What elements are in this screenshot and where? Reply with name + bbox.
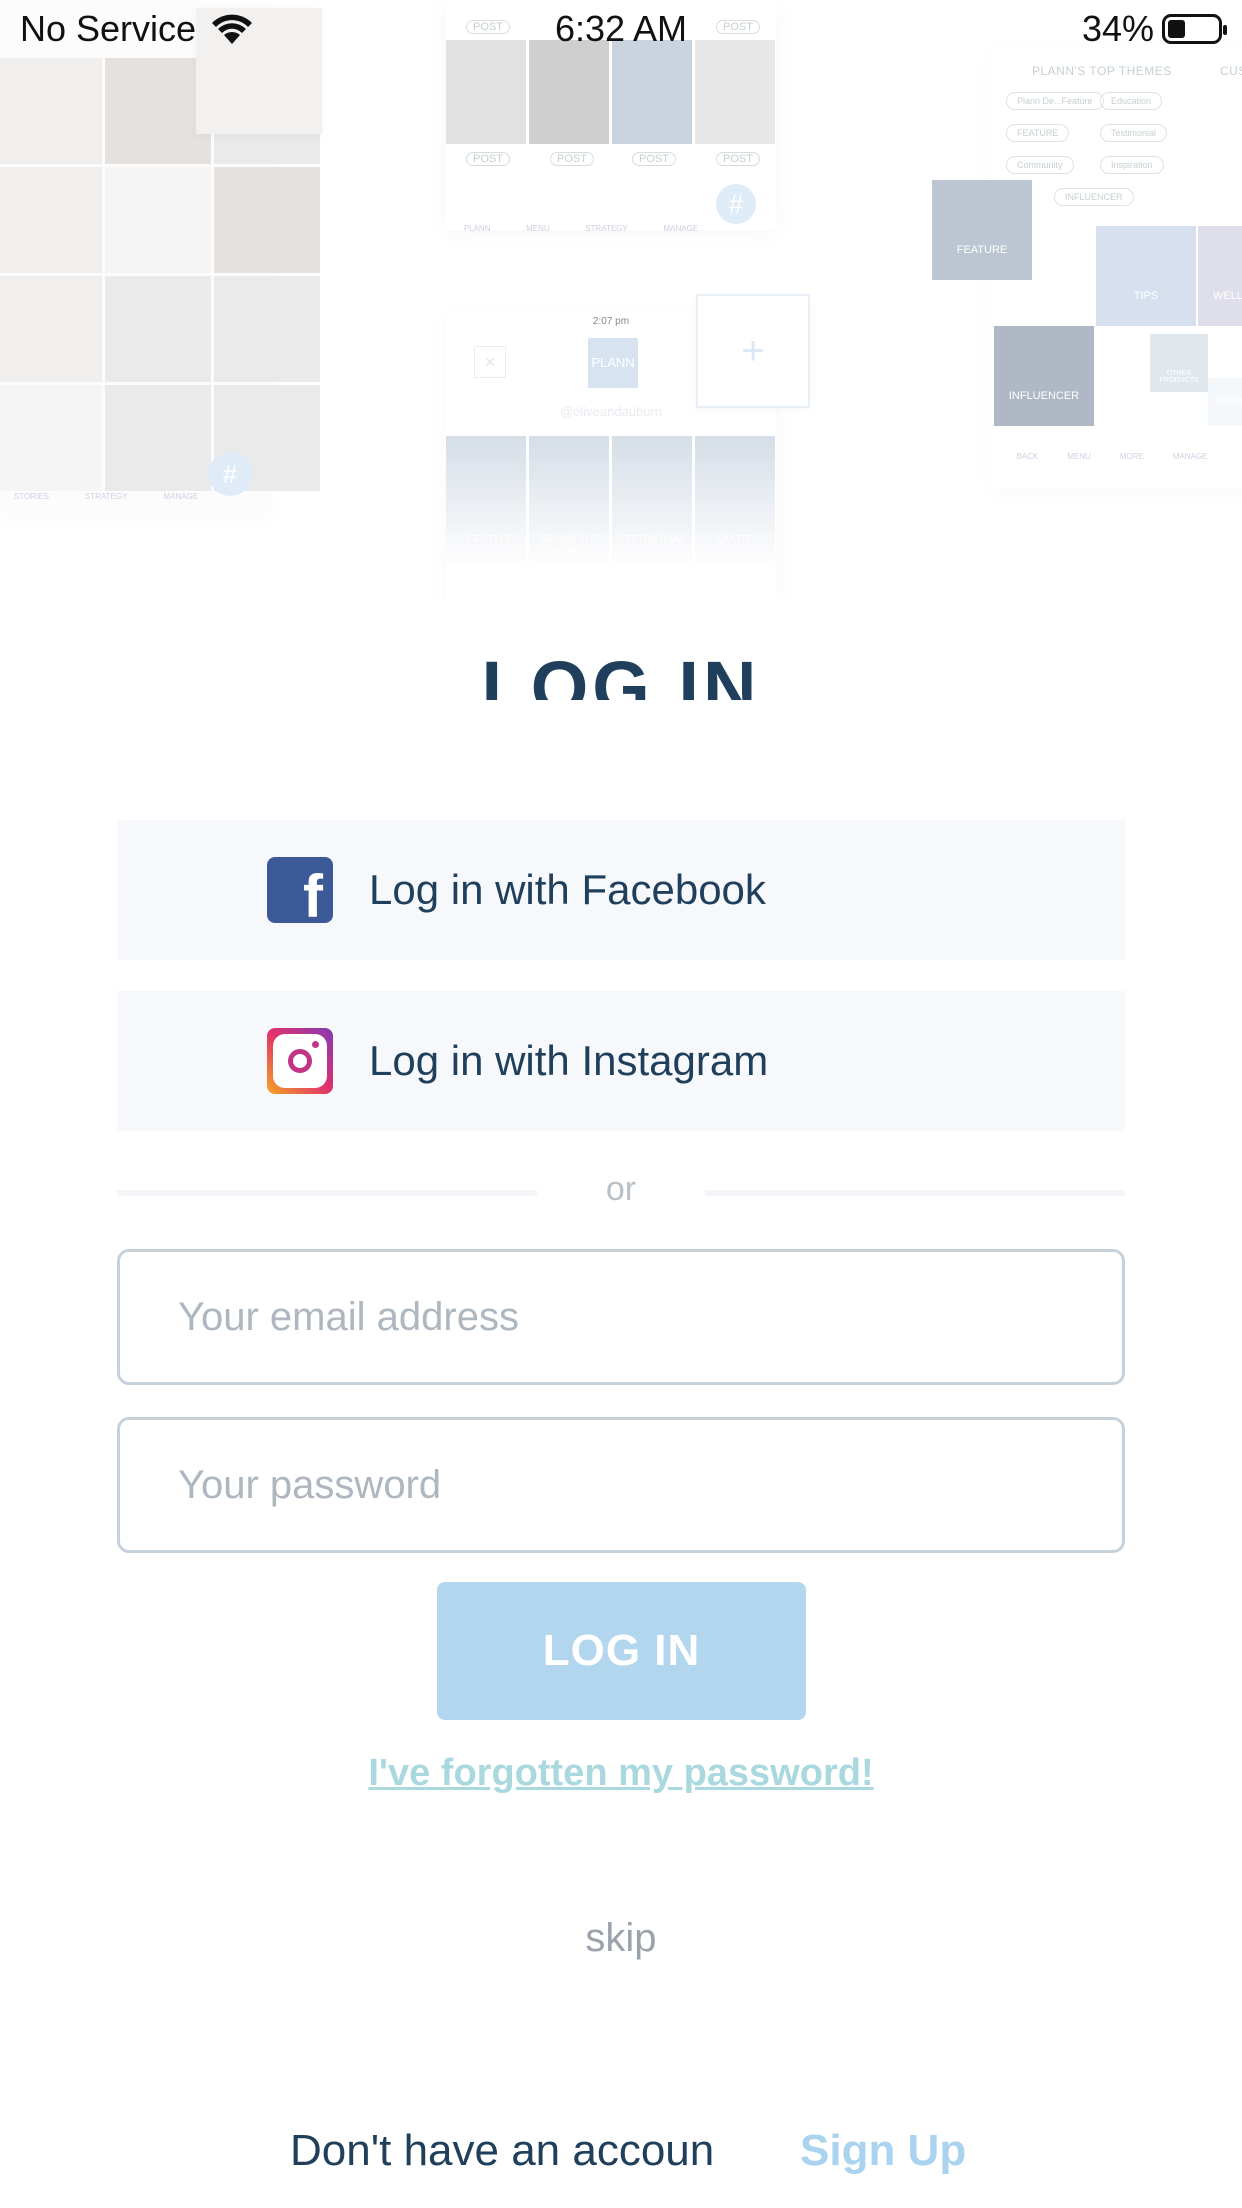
instagram-login-label: Log in with Instagram xyxy=(369,1037,769,1084)
nav-strategy: STRATEGY xyxy=(84,492,128,501)
forgot-password-link[interactable]: I've forgotten my password! xyxy=(0,1752,1242,1795)
theme-pill: Testimonial xyxy=(1100,124,1168,142)
facebook-login-label: Log in with Facebook xyxy=(369,866,766,913)
theme-tile: INFLUENCER xyxy=(994,326,1094,426)
theme-pill: Inspiration xyxy=(1100,156,1164,174)
facebook-login-button[interactable]: f Log in with Facebook xyxy=(117,820,1125,960)
theme-tile: OTHER PRODUCTS xyxy=(1150,334,1208,392)
password-field[interactable] xyxy=(117,1417,1125,1553)
nav-menu: MENU xyxy=(526,224,550,233)
post-pill: POST xyxy=(632,152,676,166)
hashtag-icon: # xyxy=(716,184,756,224)
battery-percent: 34% xyxy=(1081,8,1154,49)
instagram-icon xyxy=(267,1028,333,1094)
battery-icon xyxy=(1162,14,1227,44)
mid-nav: PLANN MENU STRATEGY MANAGE xyxy=(446,224,716,233)
theme-pill: Plann De...Feature xyxy=(1006,92,1104,110)
nav-stories: STORIES xyxy=(13,492,49,501)
login-button[interactable]: LOG IN xyxy=(437,1582,806,1720)
email-field[interactable] xyxy=(117,1249,1125,1385)
nav-strategy: STRATEGY xyxy=(585,224,628,233)
post-pill: POST xyxy=(466,152,510,166)
theme-tile: WELL xyxy=(1198,226,1242,326)
theme-pill: INFLUENCER xyxy=(1054,188,1134,206)
left-nav: STORIES STRATEGY MANAGE xyxy=(0,492,216,501)
status-time: 6:32 AM xyxy=(554,8,688,49)
nav-menu: MENU xyxy=(1067,452,1091,461)
hashtag-icon: # xyxy=(208,452,252,496)
right-nav: BACK MENU MORE MANAGE xyxy=(1002,452,1222,461)
theme-tile: FEATURE xyxy=(932,180,1032,280)
post-pill: POST xyxy=(716,152,760,166)
theme-tile: BEHIND THE SCENES xyxy=(529,436,609,566)
signup-prompt: Don't have an accoun Sign Up xyxy=(0,2126,1242,2176)
status-bar: No Service 6:32 AM 34% xyxy=(0,0,1242,60)
nav-manage: MANAGE xyxy=(163,492,199,501)
nav-back: BACK xyxy=(1016,452,1039,461)
theme-pill: FEATURE xyxy=(1006,124,1070,142)
signup-link[interactable]: Sign Up xyxy=(800,2126,966,2176)
skip-link[interactable]: skip xyxy=(0,1916,1242,1961)
or-divider: or xyxy=(117,1170,1125,1208)
nav-manage: MANAGE xyxy=(663,224,699,233)
divider-line xyxy=(705,1190,1125,1196)
nav-more: MORE xyxy=(1119,452,1144,461)
theme-pill: Community xyxy=(1006,156,1074,174)
instagram-login-button[interactable]: Log in with Instagram xyxy=(117,991,1125,1131)
add-icon: + xyxy=(696,294,810,408)
no-account-text: Don't have an accoun xyxy=(290,2126,715,2175)
plann-logo: PLANN xyxy=(588,338,638,388)
facebook-icon: f xyxy=(267,857,333,927)
post-pill: POST xyxy=(550,152,594,166)
theme-tiles: LIFESTYLE BEHIND THE SCENES TESTIMONIAL … xyxy=(446,436,775,566)
theme-tile: TESTIMONIAL xyxy=(612,436,692,566)
close-icon: × xyxy=(474,346,506,378)
nav-plann: PLANN xyxy=(463,224,491,233)
hero-collage: # STORIES STRATEGY MANAGE POST POST POST… xyxy=(0,0,1242,600)
theme-tile: INSPIR xyxy=(1208,378,1242,426)
themes-heading: PLANN'S TOP THEMES xyxy=(1032,64,1172,78)
theme-pill: Education xyxy=(1100,92,1163,110)
email-input[interactable] xyxy=(120,1252,1122,1382)
password-input[interactable] xyxy=(120,1420,1122,1550)
themes-heading-2: CUS xyxy=(1220,64,1242,78)
status-right: 34% xyxy=(1081,8,1227,50)
theme-tile: QUOTE xyxy=(695,436,775,566)
page-title: LOG IN xyxy=(481,648,761,700)
theme-tile: LIFESTYLE xyxy=(446,436,526,566)
nav-manage: MANAGE xyxy=(1172,452,1208,461)
theme-tile: TIPS xyxy=(1096,226,1196,326)
